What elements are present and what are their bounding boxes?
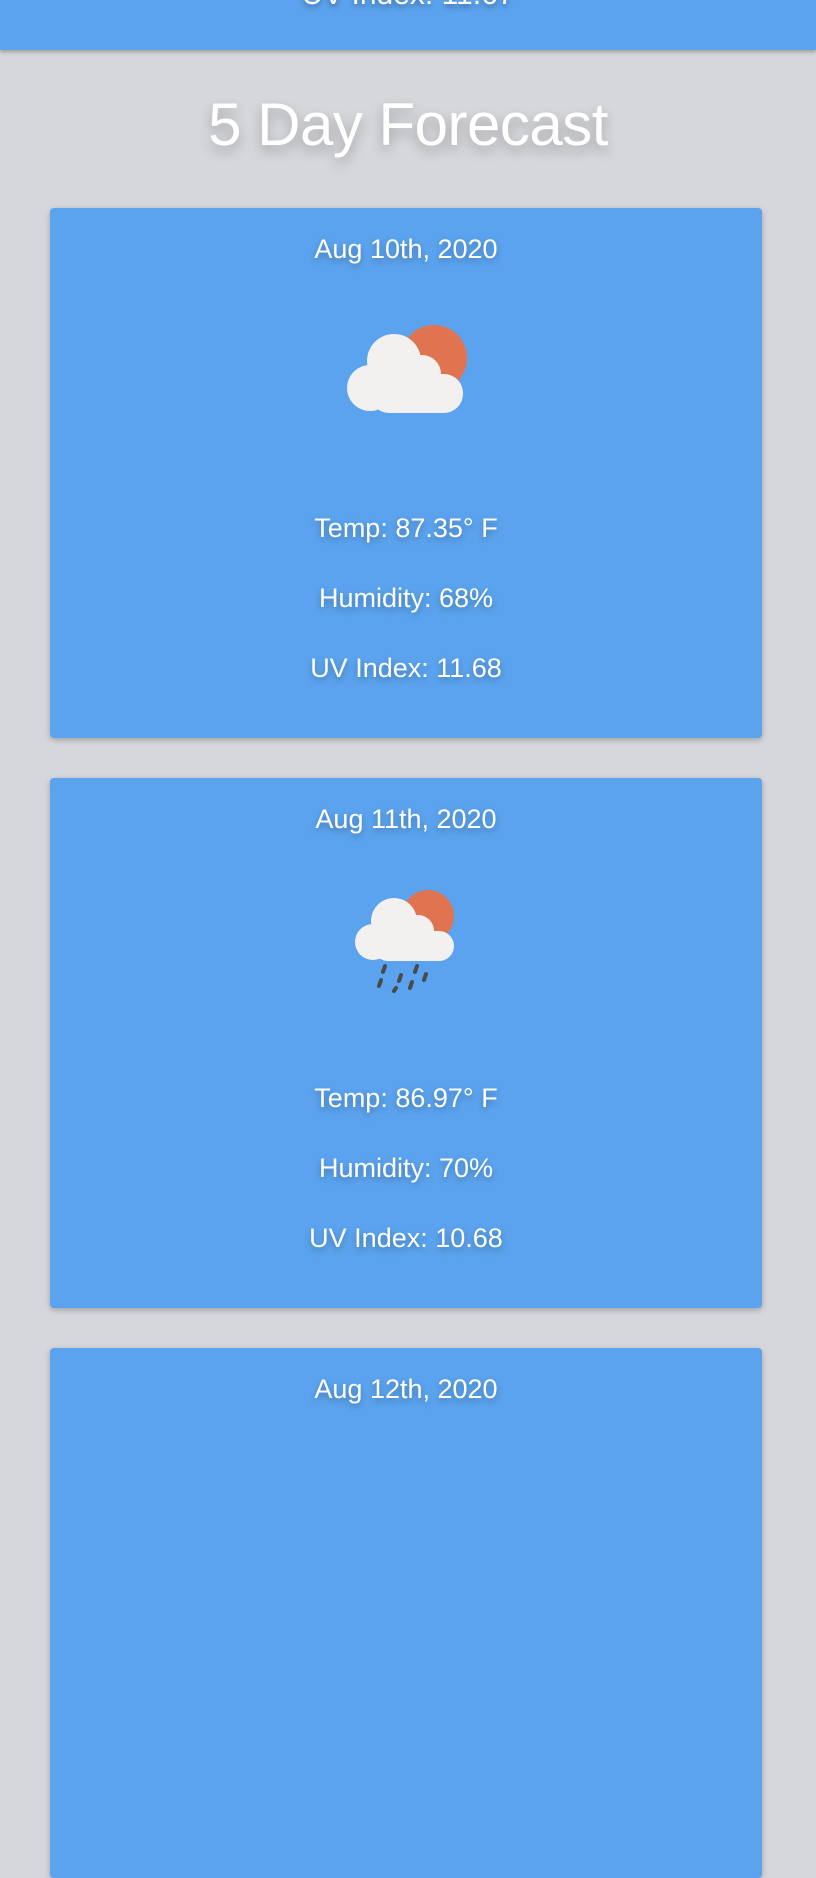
forecast-card-day-2: Aug 11th, 2020 Temp: 86.97° F Humidity: …	[50, 778, 762, 1308]
forecast-heading: 5 Day Forecast	[208, 91, 608, 158]
forecast-card-day-3: Aug 12th, 2020	[50, 1348, 762, 1878]
forecast-date: Aug 10th, 2020	[314, 234, 498, 264]
forecast-date: Aug 11th, 2020	[315, 804, 497, 834]
forecast-humidity: Humidity: 68%	[318, 583, 494, 613]
forecast-temp: Temp: 86.97° F	[314, 1083, 498, 1113]
forecast-humidity: Humidity: 70%	[318, 1153, 494, 1183]
current-uv-index: UV Index: 11.67	[0, 0, 816, 12]
forecast-date: Aug 12th, 2020	[314, 1374, 498, 1404]
forecast-uv-index: UV Index: 10.68	[309, 1223, 503, 1253]
forecast-uv-index: UV Index: 11.68	[310, 653, 502, 683]
rain-cloud-sun-icon	[50, 883, 762, 1003]
forecast-card-day-1: Aug 10th, 2020 Temp: 87.35° F Humidity: …	[50, 208, 762, 738]
current-weather-panel: UV Index: 11.67	[0, 0, 816, 50]
forecast-temp: Temp: 87.35° F	[314, 513, 498, 543]
partly-cloudy-icon	[50, 308, 762, 428]
